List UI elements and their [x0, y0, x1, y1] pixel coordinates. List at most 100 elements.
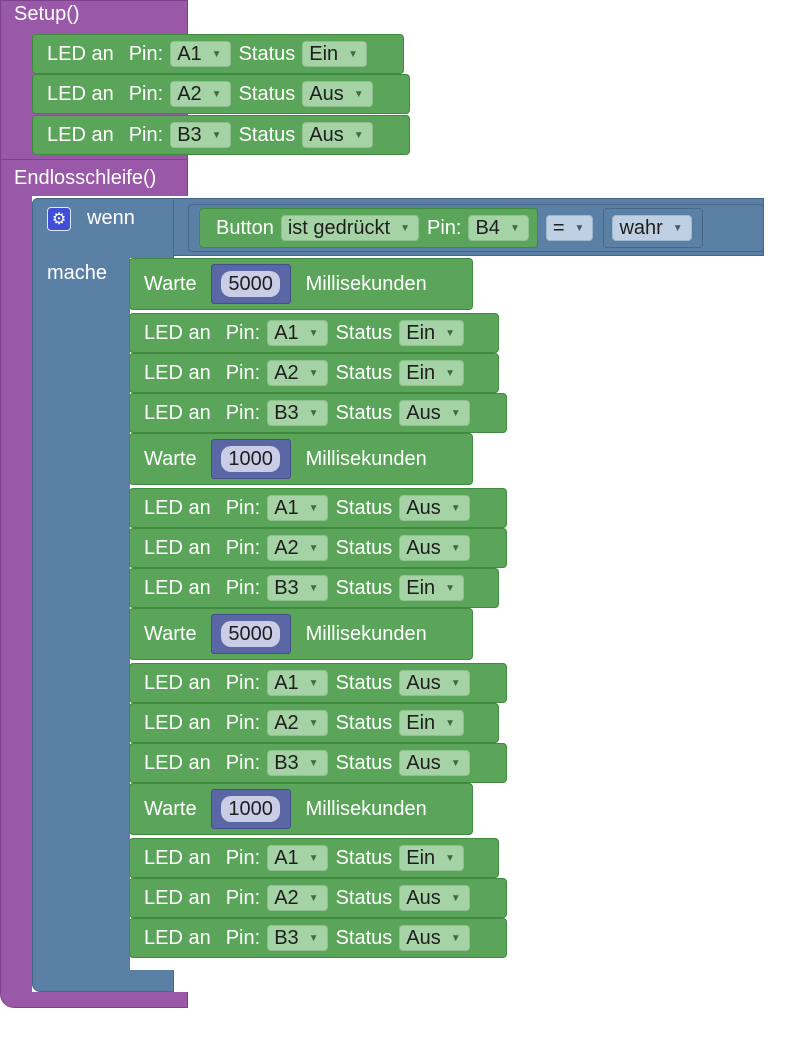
status-label: Status [238, 123, 296, 146]
led-block[interactable]: LED an Pin: A2 ▼ Status Aus ▼ [129, 878, 507, 918]
button-label: Button [216, 216, 274, 239]
pin-dropdown[interactable]: B3 ▼ [267, 925, 328, 951]
status-label: Status [335, 361, 393, 384]
led-block[interactable]: LED an Pin: B3 ▼ Status Aus ▼ [129, 393, 507, 433]
number-block[interactable]: 1000 [210, 789, 291, 829]
led-block[interactable]: LED an Pin: B3 ▼ Status Aus ▼ [129, 743, 507, 783]
pin-dropdown[interactable]: A1 ▼ [267, 495, 328, 521]
pin-label: Pin: [225, 926, 261, 949]
led-block[interactable]: LED an Pin: A1 ▼ Status Ein ▼ [129, 838, 499, 878]
gear-icon[interactable]: ⚙ [47, 207, 71, 231]
pin-label: Pin: [225, 536, 261, 559]
pin-dropdown[interactable]: A2 ▼ [170, 81, 231, 107]
led-label: LED an [144, 711, 211, 734]
wait-block[interactable]: Warte 1000 Millisekunden [129, 433, 473, 485]
status-label: Status [335, 711, 393, 734]
if-mutator[interactable]: ⚙ [47, 207, 71, 231]
boolean-dropdown[interactable]: wahr ▼ [612, 215, 692, 241]
state-dropdown[interactable]: Aus ▼ [399, 925, 470, 951]
state-dropdown-value: Ein [406, 576, 436, 599]
state-dropdown[interactable]: Aus ▼ [399, 495, 470, 521]
ms-value[interactable]: 1000 [221, 446, 280, 472]
pin-dropdown[interactable]: A1 ▼ [267, 670, 328, 696]
operator-dropdown[interactable]: = ▼ [545, 215, 594, 241]
pin-dropdown[interactable]: B3 ▼ [267, 400, 328, 426]
number-block[interactable]: 1000 [210, 439, 291, 479]
led-block[interactable]: LED an Pin: A1 ▼ Status Aus ▼ [129, 663, 507, 703]
dropdown-arrow-icon: ▼ [450, 757, 461, 769]
pin-dropdown[interactable]: A2 ▼ [267, 360, 328, 386]
led-block[interactable]: LED an Pin: A2 ▼ Status Ein ▼ [129, 353, 499, 393]
state-dropdown-value: Aus [406, 496, 441, 519]
pin-label: Pin: [225, 711, 261, 734]
pin-label: Pin: [225, 321, 261, 344]
led-block[interactable]: LED an Pin: A2 ▼ Status Aus ▼ [129, 528, 507, 568]
led-label: LED an [144, 751, 211, 774]
led-block[interactable]: LED an Pin: B3 ▼ Status Aus ▼ [32, 115, 410, 155]
pin-dropdown[interactable]: A1 ▼ [170, 41, 231, 67]
state-dropdown-value: Aus [406, 886, 441, 909]
pin-dropdown-value: A1 [274, 671, 299, 694]
wait-block[interactable]: Warte 1000 Millisekunden [129, 783, 473, 835]
pin-dropdown[interactable]: B3 ▼ [267, 575, 328, 601]
state-dropdown[interactable]: Aus ▼ [302, 122, 373, 148]
pin-dropdown-value: B3 [274, 576, 299, 599]
pin-dropdown[interactable]: B3 ▼ [267, 750, 328, 776]
pin-dropdown-value: A2 [274, 536, 299, 559]
state-dropdown[interactable]: Ein ▼ [399, 320, 465, 346]
state-dropdown[interactable]: Ein ▼ [399, 360, 465, 386]
number-block[interactable]: 5000 [210, 614, 291, 654]
led-label: LED an [144, 886, 211, 909]
pin-label: Pin: [225, 576, 261, 599]
state-dropdown-value: Aus [406, 671, 441, 694]
state-dropdown[interactable]: Aus ▼ [399, 670, 470, 696]
dropdown-arrow-icon: ▼ [211, 129, 222, 141]
wait-block[interactable]: Warte 5000 Millisekunden [129, 258, 473, 310]
pin-dropdown[interactable]: A2 ▼ [267, 710, 328, 736]
led-block[interactable]: LED an Pin: B3 ▼ Status Aus ▼ [129, 918, 507, 958]
state-dropdown[interactable]: Ein ▼ [399, 845, 465, 871]
led-block[interactable]: LED an Pin: A1 ▼ Status Ein ▼ [32, 34, 404, 74]
pin-label: Pin: [225, 401, 261, 424]
button-pressed-block[interactable]: Button ist gedrückt ▼ Pin: B4 ▼ [199, 208, 538, 248]
wait-block[interactable]: Warte 5000 Millisekunden [129, 608, 473, 660]
pin-dropdown[interactable]: A2 ▼ [267, 535, 328, 561]
state-dropdown[interactable]: Aus ▼ [302, 81, 373, 107]
button-pin-dropdown[interactable]: B4 ▼ [468, 215, 529, 241]
pin-label: Pin: [225, 361, 261, 384]
state-dropdown[interactable]: Aus ▼ [399, 750, 470, 776]
pin-dropdown[interactable]: B3 ▼ [170, 122, 231, 148]
led-block[interactable]: LED an Pin: A2 ▼ Status Aus ▼ [32, 74, 410, 114]
wait-label: Warte [144, 447, 197, 470]
button-pin-value: B4 [475, 216, 500, 239]
state-dropdown[interactable]: Aus ▼ [399, 535, 470, 561]
status-label: Status [238, 42, 296, 65]
status-label: Status [335, 576, 393, 599]
state-dropdown[interactable]: Aus ▼ [399, 400, 470, 426]
ms-value[interactable]: 1000 [221, 796, 280, 822]
compare-block[interactable]: Button ist gedrückt ▼ Pin: B4 ▼ = ▼ wahr… [188, 204, 764, 252]
pin-dropdown[interactable]: A2 ▼ [267, 885, 328, 911]
state-dropdown[interactable]: Ein ▼ [399, 710, 465, 736]
state-dropdown[interactable]: Aus ▼ [399, 885, 470, 911]
pin-dropdown-value: A1 [274, 846, 299, 869]
led-label: LED an [144, 671, 211, 694]
led-block[interactable]: LED an Pin: A1 ▼ Status Ein ▼ [129, 313, 499, 353]
button-state-dropdown[interactable]: ist gedrückt ▼ [280, 215, 419, 241]
ms-value[interactable]: 5000 [221, 271, 280, 297]
number-block[interactable]: 5000 [210, 264, 291, 304]
boolean-block[interactable]: wahr ▼ [603, 208, 703, 248]
dropdown-arrow-icon: ▼ [450, 407, 461, 419]
ms-value[interactable]: 5000 [221, 621, 280, 647]
pin-dropdown[interactable]: A1 ▼ [267, 320, 328, 346]
button-pin-label: Pin: [427, 216, 462, 239]
led-label: LED an [144, 536, 211, 559]
led-block[interactable]: LED an Pin: A1 ▼ Status Aus ▼ [129, 488, 507, 528]
state-dropdown[interactable]: Ein ▼ [399, 575, 465, 601]
pin-dropdown[interactable]: A1 ▼ [267, 845, 328, 871]
state-dropdown-value: Aus [406, 751, 441, 774]
led-block[interactable]: LED an Pin: A2 ▼ Status Ein ▼ [129, 703, 499, 743]
status-label: Status [335, 321, 393, 344]
led-block[interactable]: LED an Pin: B3 ▼ Status Ein ▼ [129, 568, 499, 608]
state-dropdown[interactable]: Ein ▼ [302, 41, 368, 67]
